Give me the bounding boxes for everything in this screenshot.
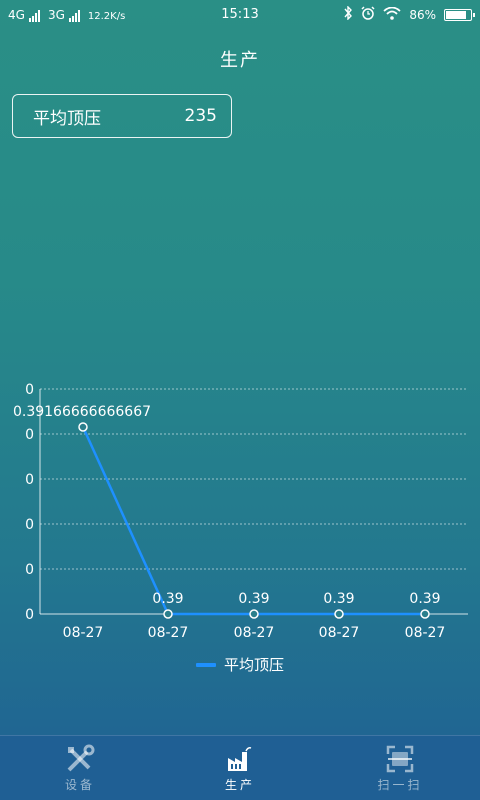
battery-icon <box>444 8 475 21</box>
nav-item-production[interactable]: 生产 <box>160 736 320 800</box>
line-chart: 0 0 0 0 0 0 0.39166666666667 08-27 0.39 08-27 0.39… <box>13 382 468 641</box>
bottom-navigation: 设备 生产 扫一扫 <box>0 735 480 800</box>
y-tick-label: 0 <box>25 562 34 578</box>
y-tick-label: 0 <box>25 517 34 533</box>
status-bar: 4G 3G 12.2K/s 15:13 86% <box>0 0 480 30</box>
data-point <box>249 609 259 619</box>
alarm-clock-icon <box>361 6 375 23</box>
chart-legend: 平均顶压 <box>0 654 480 675</box>
data-label: 0.39 <box>409 591 440 607</box>
status-icons: 86% <box>343 5 475 23</box>
bluetooth-icon <box>343 5 353 23</box>
battery-percent: 86% <box>409 7 436 22</box>
nav-item-device[interactable]: 设备 <box>0 736 160 800</box>
factory-icon <box>225 744 255 774</box>
nav-label-production: 生产 <box>224 777 255 792</box>
data-label: 0.39 <box>152 591 183 607</box>
data-label: 0.39 <box>323 591 354 607</box>
y-tick-label: 0 <box>25 472 34 488</box>
average-pressure-card[interactable]: 平均顶压 235 <box>12 94 232 138</box>
x-tick-label: 08-27 <box>234 625 275 641</box>
wrench-tools-icon <box>65 744 95 774</box>
x-tick-label: 08-27 <box>405 625 446 641</box>
nav-item-scan[interactable]: 扫一扫 <box>320 736 480 800</box>
x-tick-label: 08-27 <box>63 625 104 641</box>
legend-swatch <box>195 662 216 667</box>
x-tick-label: 08-27 <box>319 625 360 641</box>
stat-label: 平均顶压 <box>33 108 101 129</box>
nav-label-scan: 扫一扫 <box>377 777 423 792</box>
data-point <box>163 609 173 619</box>
legend-label: 平均顶压 <box>223 656 284 674</box>
y-tick-label: 0 <box>25 382 34 398</box>
data-label: 0.39 <box>238 591 269 607</box>
stat-value: 235 <box>184 106 217 126</box>
wifi-icon <box>383 6 401 23</box>
nav-label-device: 设备 <box>64 777 95 792</box>
data-point <box>420 609 430 619</box>
series-line <box>81 426 425 616</box>
data-point <box>334 609 344 619</box>
page-title: 生产 <box>220 50 260 71</box>
data-label: 0.39166666666667 <box>13 404 151 420</box>
x-tick-label: 08-27 <box>148 625 189 641</box>
data-point <box>78 422 88 432</box>
scan-icon <box>385 744 415 774</box>
y-tick-label: 0 <box>25 427 34 443</box>
y-tick-label: 0 <box>25 607 34 623</box>
